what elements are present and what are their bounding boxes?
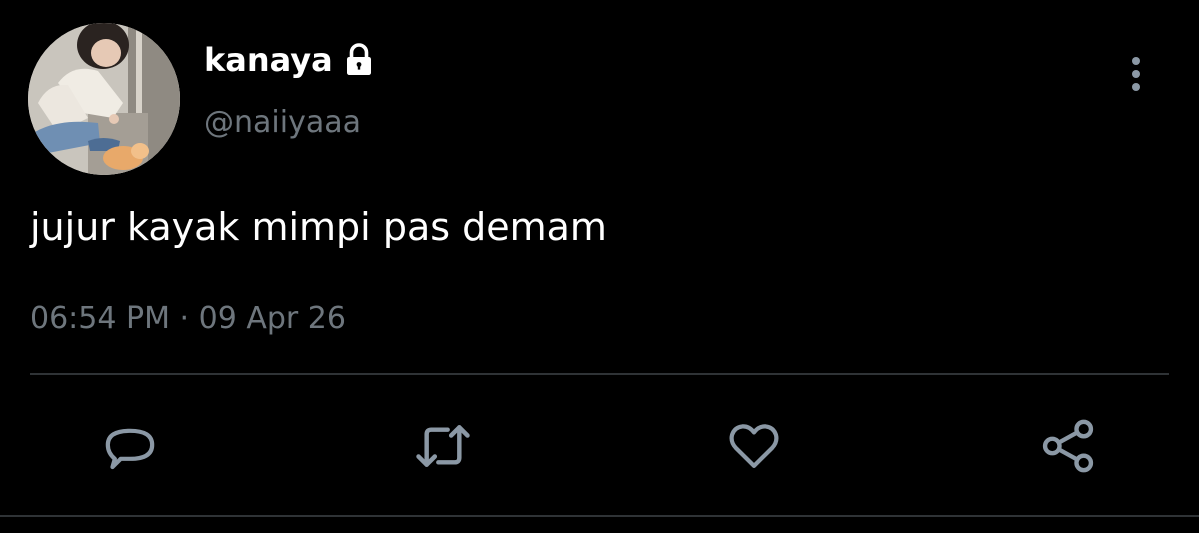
divider	[0, 515, 1199, 517]
divider	[30, 373, 1169, 375]
share-icon	[1042, 419, 1094, 473]
retweet-button[interactable]	[411, 414, 475, 478]
like-button[interactable]	[722, 414, 786, 478]
user-handle[interactable]: @naiiyaaa	[204, 104, 361, 142]
tweet-text: jujur kayak mimpi pas demam	[30, 205, 607, 249]
tweet-date: 09 Apr 26	[198, 301, 346, 336]
display-name[interactable]: kanaya	[204, 40, 377, 80]
more-options-button[interactable]	[1118, 50, 1154, 96]
reply-button[interactable]	[98, 414, 162, 478]
avatar-image	[28, 23, 180, 175]
share-button[interactable]	[1036, 414, 1100, 478]
retweet-icon	[416, 425, 470, 467]
lock-icon	[341, 42, 377, 78]
heart-icon	[729, 424, 779, 468]
avatar[interactable]	[28, 23, 180, 175]
display-name-text: kanaya	[204, 41, 333, 79]
more-vertical-icon	[1132, 57, 1140, 91]
reply-icon	[105, 428, 155, 470]
meta-separator: ·	[179, 301, 190, 336]
tweet-card: kanaya @naiiyaaa jujur kayak mimpi pas d…	[0, 0, 1199, 533]
tweet-time: 06:54 PM	[30, 301, 170, 336]
tweet-timestamp[interactable]: 06:54 PM · 09 Apr 26	[30, 300, 346, 338]
